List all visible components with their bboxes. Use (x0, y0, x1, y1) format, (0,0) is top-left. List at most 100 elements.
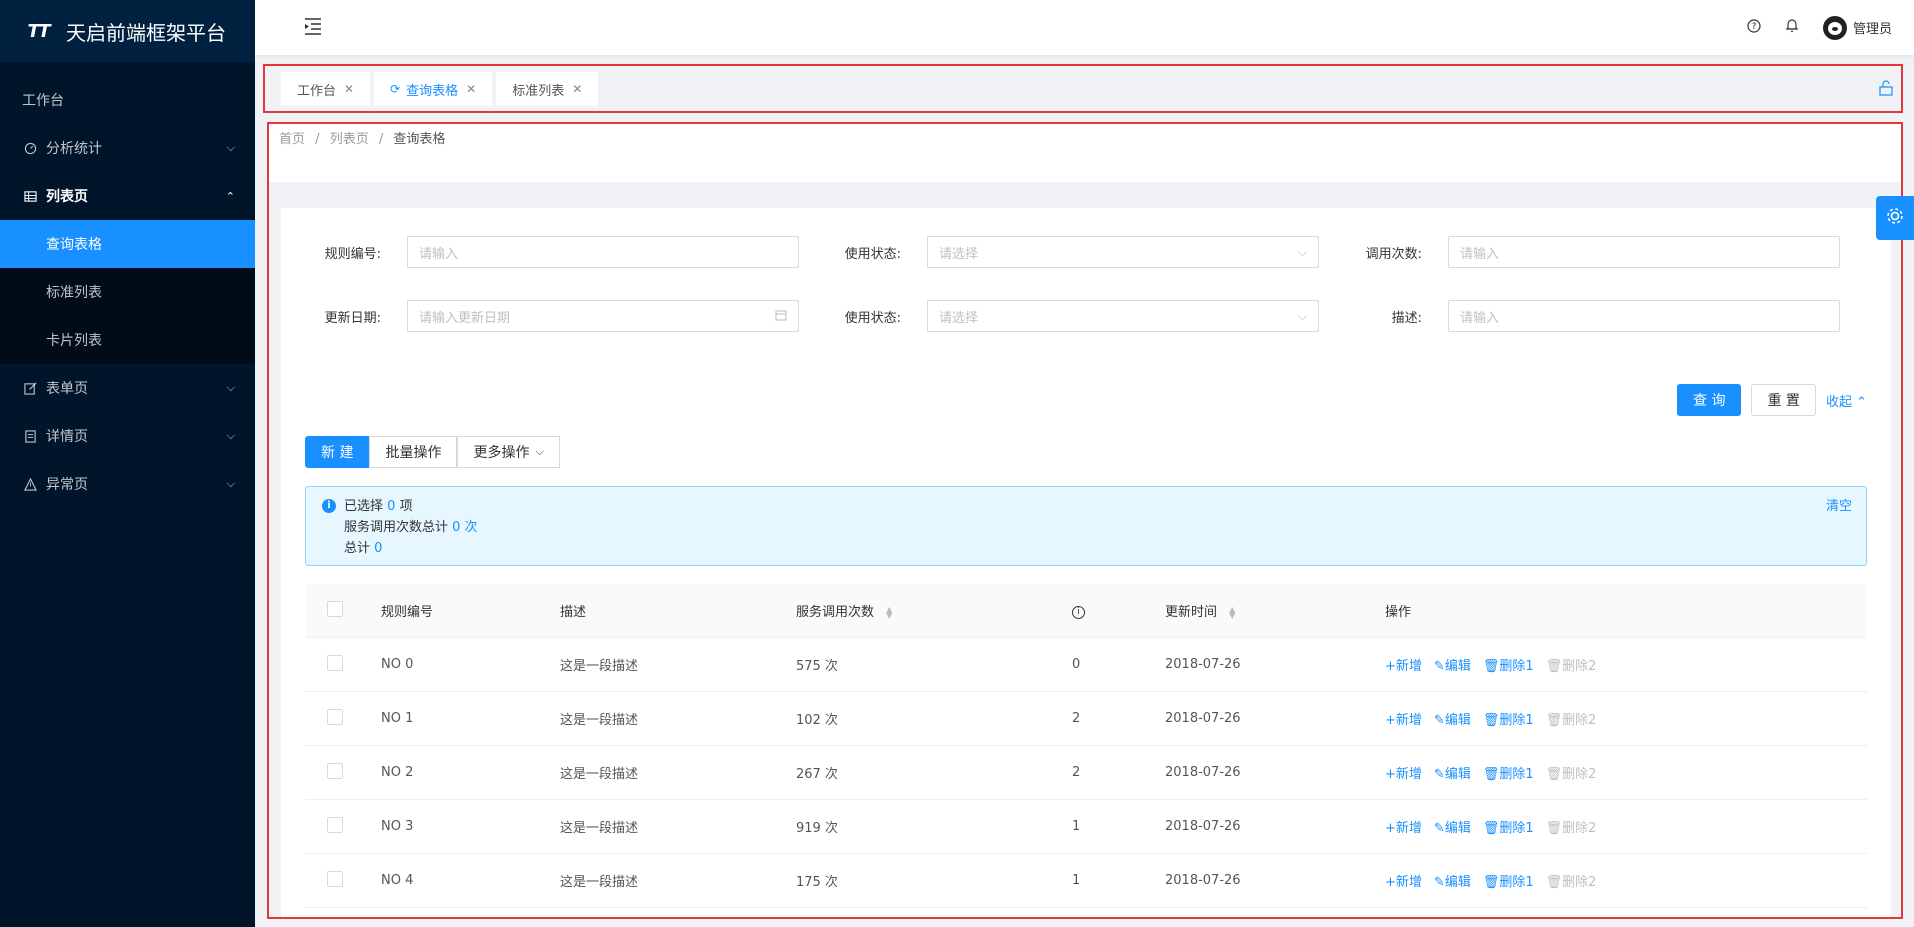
row-checkbox[interactable] (327, 708, 343, 725)
more-actions-button[interactable]: 更多操作 ⌵ (457, 436, 560, 468)
edit-link[interactable]: ✎编辑 (1434, 871, 1471, 890)
sidebar-item-detail[interactable]: 详情页 ⌵ (0, 412, 255, 460)
row-checkbox[interactable] (327, 654, 343, 671)
tab-workbench[interactable]: 工作台 ✕ (281, 72, 371, 106)
reload-icon[interactable]: ⟳ (390, 82, 400, 96)
close-icon[interactable]: ✕ (466, 82, 476, 96)
row-checkbox[interactable] (327, 870, 343, 887)
edit-link[interactable]: ✎编辑 (1434, 817, 1471, 836)
sidebar: TT 天启前端框架平台 工作台 分析统计 ⌵ 列表页 ⌃ 查询表格 标准列表 卡… (0, 0, 255, 927)
user-menu[interactable]: 管理员 (1822, 15, 1892, 40)
calls-input[interactable]: 请输入 (1448, 236, 1840, 268)
add-link[interactable]: +新增 (1385, 763, 1422, 782)
status-placeholder: 请选择 (939, 246, 979, 262)
cell-ops: +新增 ✎编辑 🗑删除1 🗑删除2 (1385, 763, 1867, 782)
sidebar-menu: 工作台 分析统计 ⌵ 列表页 ⌃ 查询表格 标准列表 卡片列表 表单页 ⌵ 详情… (0, 62, 255, 508)
tab-query-table[interactable]: ⟳ 查询表格 ✕ (374, 72, 493, 106)
status-select[interactable]: 请选择 ⌵ (927, 236, 1319, 268)
cell-status: 1 (1072, 873, 1081, 888)
breadcrumb-home[interactable]: 首页 (279, 132, 305, 147)
bell-icon[interactable] (1785, 18, 1799, 37)
sidebar-item-form[interactable]: 表单页 ⌵ (0, 364, 255, 412)
status2-select[interactable]: 请选择 ⌵ (927, 300, 1319, 332)
row-checkbox[interactable] (327, 816, 343, 833)
desc-input[interactable]: 请输入 (1448, 300, 1840, 332)
query-button[interactable]: 查 询 (1677, 384, 1742, 416)
sidebar-item-workbench[interactable]: 工作台 (0, 76, 255, 124)
unlock-icon[interactable] (1879, 80, 1893, 96)
status-label: 使用状态: (844, 246, 901, 262)
select-all-checkbox[interactable] (327, 600, 343, 617)
app-title: 天启前端框架平台 (66, 20, 226, 45)
settings-button[interactable] (1876, 196, 1914, 240)
rule-no-label: 规则编号: (324, 246, 381, 262)
header-status[interactable]: i (1072, 603, 1165, 619)
menu-fold-icon[interactable] (303, 16, 323, 36)
cell-rule-no: NO 4 (381, 873, 414, 888)
chevron-down-icon: ⌵ (535, 445, 544, 458)
sidebar-item-list[interactable]: 列表页 ⌃ (0, 172, 255, 220)
edit-link[interactable]: ✎编辑 (1434, 763, 1471, 782)
row-checkbox[interactable] (327, 762, 343, 779)
status2-label: 使用状态: (844, 310, 901, 326)
tab-bar: 工作台 ✕ ⟳ 查询表格 ✕ 标准列表 ✕ (263, 64, 1903, 113)
header-ops: 操作 (1385, 605, 1412, 620)
chevron-down-icon: ⌵ (1297, 308, 1307, 323)
sidebar-item-card-list[interactable]: 卡片列表 (0, 316, 255, 364)
reset-button[interactable]: 重 置 (1751, 384, 1816, 416)
logo[interactable]: TT 天启前端框架平台 (0, 0, 255, 62)
selected-line: 已选择 0 项 (344, 496, 1854, 517)
desc-placeholder: 请输入 (1460, 310, 1500, 326)
collapse-link[interactable]: 收起 ⌃ (1826, 391, 1867, 410)
question-icon[interactable]: ? (1747, 18, 1761, 37)
breadcrumb-list[interactable]: 列表页 (330, 132, 369, 147)
sort-icon[interactable]: ▲ ▼ (1229, 605, 1235, 619)
delete1-link[interactable]: 🗑删除1 (1483, 763, 1534, 782)
sort-icon[interactable]: ▲ ▼ (886, 605, 892, 619)
cell-status: 2 (1072, 711, 1081, 726)
add-link[interactable]: +新增 (1385, 655, 1422, 674)
new-button[interactable]: 新 建 (305, 436, 370, 468)
cell-rule-no: NO 2 (381, 765, 414, 780)
add-label: 新增 (1395, 767, 1422, 782)
header-time[interactable]: 更新时间 ▲ ▼ (1165, 601, 1385, 620)
delete1-link[interactable]: 🗑删除1 (1483, 871, 1534, 890)
delete1-link[interactable]: 🗑删除1 (1483, 817, 1534, 836)
tab-standard-list[interactable]: 标准列表 ✕ (496, 72, 599, 106)
cell-desc: 这是一段描述 (560, 713, 639, 728)
rule-no-input[interactable]: 请输入 (407, 236, 799, 268)
close-icon[interactable]: ✕ (572, 82, 582, 96)
info-circle-icon[interactable]: i (1072, 605, 1085, 619)
total-line: 总计 0 (344, 538, 1854, 559)
delete1-link[interactable]: 🗑删除1 (1483, 655, 1534, 674)
sidebar-item-standard-list[interactable]: 标准列表 (0, 268, 255, 316)
delete2-link: 🗑删除2 (1545, 767, 1597, 782)
cell-desc: 这是一段描述 (560, 659, 639, 674)
table-toolbar: 新 建 批量操作 更多操作 ⌵ (305, 436, 560, 468)
header-calls[interactable]: 服务调用次数 ▲ ▼ (796, 601, 1072, 620)
add-link[interactable]: +新增 (1385, 871, 1422, 890)
edit-link[interactable]: ✎编辑 (1434, 655, 1471, 674)
cell-time: 2018-07-26 (1165, 819, 1241, 834)
sidebar-item-label: 详情页 (46, 429, 88, 445)
delete1-label: 删除1 (1499, 659, 1534, 674)
date-label: 更新日期: (324, 310, 381, 326)
clear-link[interactable]: 清空 (1826, 496, 1852, 517)
table-row: NO 1 这是一段描述 102 次 2 2018-07-26 +新增 ✎编辑 🗑… (305, 692, 1867, 746)
chevron-down-icon: ⌵ (1297, 244, 1307, 259)
cell-time: 2018-07-26 (1165, 657, 1241, 672)
delete1-link[interactable]: 🗑删除1 (1483, 709, 1534, 728)
sidebar-item-query-table[interactable]: 查询表格 (0, 220, 255, 268)
batch-button[interactable]: 批量操作 (369, 436, 458, 468)
cell-time: 2018-07-26 (1165, 711, 1241, 726)
sidebar-item-analytics[interactable]: 分析统计 ⌵ (0, 124, 255, 172)
sidebar-item-exception[interactable]: 异常页 ⌵ (0, 460, 255, 508)
add-link[interactable]: +新增 (1385, 817, 1422, 836)
add-link[interactable]: +新增 (1385, 709, 1422, 728)
cell-calls: 267 次 (796, 767, 838, 782)
rules-table: 规则编号 描述 服务调用次数 ▲ ▼ i 更新时间 ▲ ▼ 操作 NO 0 这是一段… (305, 584, 1867, 917)
edit-link[interactable]: ✎编辑 (1434, 709, 1471, 728)
date-picker[interactable]: 请输入更新日期 (407, 300, 799, 332)
close-icon[interactable]: ✕ (344, 82, 354, 96)
header-time-label: 更新时间 (1165, 605, 1218, 620)
